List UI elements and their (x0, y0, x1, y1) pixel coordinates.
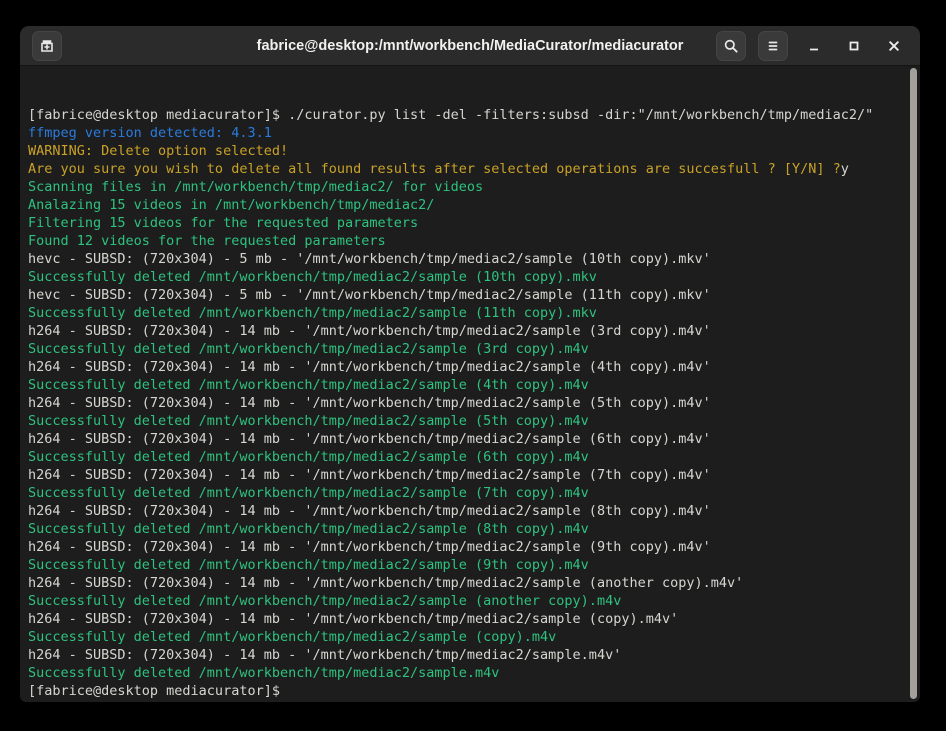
terminal-line: Analazing 15 videos in /mnt/workbench/tm… (28, 196, 898, 214)
terminal-line: Successfully deleted /mnt/workbench/tmp/… (28, 484, 898, 502)
terminal-line: Successfully deleted /mnt/workbench/tmp/… (28, 304, 898, 322)
menu-button[interactable] (758, 31, 788, 61)
terminal-text-segment: h264 - SUBSD: (720x304) - 14 mb - '/mnt/… (28, 323, 711, 339)
terminal-text-segment: h264 - SUBSD: (720x304) - 14 mb - '/mnt/… (28, 359, 711, 375)
terminal-text-segment: Successfully deleted /mnt/workbench/tmp/… (28, 665, 499, 681)
terminal-text-segment: Successfully deleted /mnt/workbench/tmp/… (28, 269, 597, 285)
terminal-line: Successfully deleted /mnt/workbench/tmp/… (28, 268, 898, 286)
terminal-line: Successfully deleted /mnt/workbench/tmp/… (28, 520, 898, 538)
terminal-text-segment: Filtering 15 videos for the requested pa… (28, 215, 418, 231)
terminal-line: h264 - SUBSD: (720x304) - 14 mb - '/mnt/… (28, 358, 898, 376)
terminal-text-segment: h264 - SUBSD: (720x304) - 14 mb - '/mnt/… (28, 647, 621, 663)
new-tab-button[interactable] (32, 31, 62, 61)
window-title: fabrice@desktop:/mnt/workbench/MediaCura… (257, 38, 684, 54)
terminal-line: h264 - SUBSD: (720x304) - 14 mb - '/mnt/… (28, 574, 898, 592)
terminal-text-segment: h264 - SUBSD: (720x304) - 14 mb - '/mnt/… (28, 539, 711, 555)
terminal-line: Successfully deleted /mnt/workbench/tmp/… (28, 664, 898, 682)
terminal-output[interactable]: [fabrice@desktop mediacurator]$ ./curato… (20, 66, 920, 702)
terminal-line: hevc - SUBSD: (720x304) - 5 mb - '/mnt/w… (28, 250, 898, 268)
terminal-text-segment: y (841, 161, 849, 177)
minimize-icon (806, 38, 822, 54)
terminal-text-segment: ffmpeg version detected: 4.3.1 (28, 125, 272, 141)
terminal-text-segment: h264 - SUBSD: (720x304) - 14 mb - '/mnt/… (28, 575, 743, 591)
terminal-line: Successfully deleted /mnt/workbench/tmp/… (28, 592, 898, 610)
terminal-line: h264 - SUBSD: (720x304) - 14 mb - '/mnt/… (28, 502, 898, 520)
terminal-text-segment: Successfully deleted /mnt/workbench/tmp/… (28, 449, 589, 465)
terminal-text-segment: h264 - SUBSD: (720x304) - 14 mb - '/mnt/… (28, 467, 711, 483)
terminal-text-segment: Are you sure you wish to delete all foun… (28, 161, 841, 177)
terminal-line: Scanning files in /mnt/workbench/tmp/med… (28, 178, 898, 196)
scrollbar[interactable] (907, 67, 920, 701)
terminal-text-segment: [fabrice@desktop mediacurator]$ ./curato… (28, 107, 873, 123)
terminal-line: h264 - SUBSD: (720x304) - 14 mb - '/mnt/… (28, 610, 898, 628)
terminal-line: Found 12 videos for the requested parame… (28, 232, 898, 250)
terminal-text-segment: Successfully deleted /mnt/workbench/tmp/… (28, 305, 597, 321)
close-icon (886, 38, 902, 54)
terminal-line: h264 - SUBSD: (720x304) - 14 mb - '/mnt/… (28, 466, 898, 484)
new-tab-icon (39, 38, 55, 54)
terminal-line: [fabrice@desktop mediacurator]$ ./curato… (28, 106, 898, 124)
terminal-line: Are you sure you wish to delete all foun… (28, 160, 898, 178)
terminal-lines: [fabrice@desktop mediacurator]$ ./curato… (28, 106, 898, 700)
terminal-text-segment: Successfully deleted /mnt/workbench/tmp/… (28, 557, 589, 573)
terminal-text-segment: Successfully deleted /mnt/workbench/tmp/… (28, 593, 621, 609)
terminal-line: Filtering 15 videos for the requested pa… (28, 214, 898, 232)
terminal-text-segment: Successfully deleted /mnt/workbench/tmp/… (28, 629, 556, 645)
terminal-text-segment: Found 12 videos for the requested parame… (28, 233, 386, 249)
terminal-line: Successfully deleted /mnt/workbench/tmp/… (28, 376, 898, 394)
terminal-text-segment: Successfully deleted /mnt/workbench/tmp/… (28, 377, 589, 393)
terminal-line: Successfully deleted /mnt/workbench/tmp/… (28, 448, 898, 466)
terminal-text-segment: h264 - SUBSD: (720x304) - 14 mb - '/mnt/… (28, 611, 678, 627)
terminal-text-segment: WARNING: Delete option selected! (28, 143, 288, 159)
terminal-line: h264 - SUBSD: (720x304) - 14 mb - '/mnt/… (28, 538, 898, 556)
terminal-text-segment: Successfully deleted /mnt/workbench/tmp/… (28, 521, 589, 537)
terminal-line: h264 - SUBSD: (720x304) - 14 mb - '/mnt/… (28, 646, 898, 664)
terminal-text-segment: hevc - SUBSD: (720x304) - 5 mb - '/mnt/w… (28, 251, 711, 267)
terminal-line: Successfully deleted /mnt/workbench/tmp/… (28, 340, 898, 358)
terminal-text-segment: Successfully deleted /mnt/workbench/tmp/… (28, 413, 589, 429)
close-button[interactable] (880, 32, 908, 60)
terminal-window: fabrice@desktop:/mnt/workbench/MediaCura… (20, 26, 920, 702)
terminal-text-segment: h264 - SUBSD: (720x304) - 14 mb - '/mnt/… (28, 431, 711, 447)
hamburger-menu-icon (765, 38, 781, 54)
terminal-text-segment: Analazing 15 videos in /mnt/workbench/tm… (28, 197, 434, 213)
terminal-line: WARNING: Delete option selected! (28, 142, 898, 160)
terminal-text-segment: hevc - SUBSD: (720x304) - 5 mb - '/mnt/w… (28, 287, 711, 303)
terminal-text-segment: Scanning files in /mnt/workbench/tmp/med… (28, 179, 483, 195)
minimize-button[interactable] (800, 32, 828, 60)
terminal-line: [fabrice@desktop mediacurator]$ (28, 682, 898, 700)
terminal-text-segment: Successfully deleted /mnt/workbench/tmp/… (28, 485, 589, 501)
terminal-text-segment: Successfully deleted /mnt/workbench/tmp/… (28, 341, 589, 357)
scrollbar-thumb[interactable] (910, 68, 917, 699)
search-icon (723, 38, 739, 54)
terminal-text-segment: h264 - SUBSD: (720x304) - 14 mb - '/mnt/… (28, 503, 711, 519)
titlebar-controls (716, 31, 908, 61)
terminal-line: h264 - SUBSD: (720x304) - 14 mb - '/mnt/… (28, 394, 898, 412)
terminal-line: ffmpeg version detected: 4.3.1 (28, 124, 898, 142)
terminal-text-segment: [fabrice@desktop mediacurator]$ (28, 683, 288, 699)
terminal-line: Successfully deleted /mnt/workbench/tmp/… (28, 556, 898, 574)
terminal-line: h264 - SUBSD: (720x304) - 14 mb - '/mnt/… (28, 322, 898, 340)
terminal-line: Successfully deleted /mnt/workbench/tmp/… (28, 412, 898, 430)
terminal-line: hevc - SUBSD: (720x304) - 5 mb - '/mnt/w… (28, 286, 898, 304)
terminal-line: Successfully deleted /mnt/workbench/tmp/… (28, 628, 898, 646)
maximize-icon (846, 38, 862, 54)
terminal-text-segment: h264 - SUBSD: (720x304) - 14 mb - '/mnt/… (28, 395, 711, 411)
titlebar[interactable]: fabrice@desktop:/mnt/workbench/MediaCura… (20, 26, 920, 66)
maximize-button[interactable] (840, 32, 868, 60)
terminal-line: h264 - SUBSD: (720x304) - 14 mb - '/mnt/… (28, 430, 898, 448)
search-button[interactable] (716, 31, 746, 61)
